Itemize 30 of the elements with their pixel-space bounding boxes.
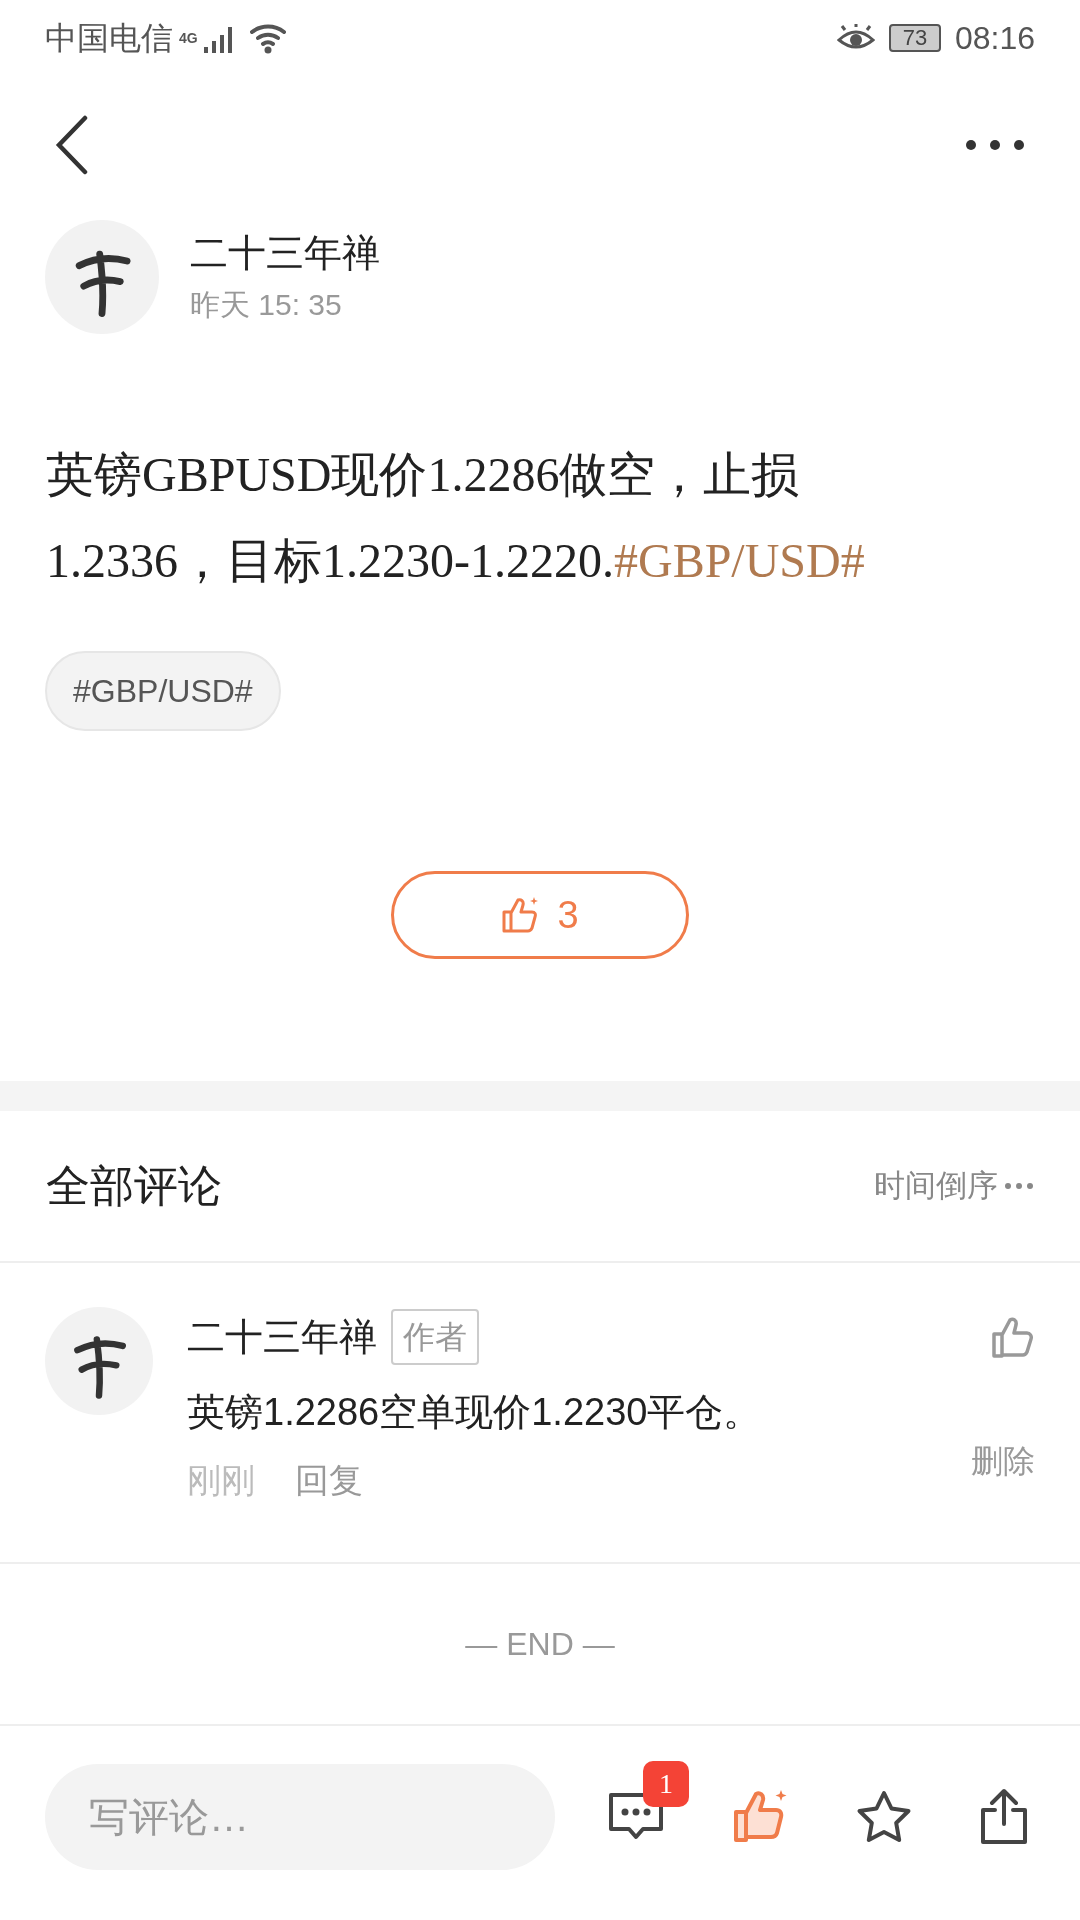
more-icon <box>1004 1182 1034 1190</box>
author-badge: 作者 <box>391 1309 479 1365</box>
clock: 08:16 <box>954 18 1035 58</box>
unread-badge: 1 <box>643 1761 689 1807</box>
post-time: 昨天 15: 35 <box>190 289 343 320</box>
like-button[interactable]: 3 <box>391 871 689 959</box>
share-icon[interactable] <box>979 1788 1029 1846</box>
reply-button[interactable]: 回复 <box>295 1455 363 1506</box>
avatar[interactable] <box>45 219 159 334</box>
thumbs-up-icon[interactable] <box>991 1315 1035 1359</box>
network-type: 4G <box>179 28 198 48</box>
thumbs-up-icon <box>501 896 540 934</box>
author-name[interactable]: 二十三年禅 <box>190 233 380 272</box>
star-icon[interactable] <box>855 1789 913 1845</box>
comment-time: 刚刚 <box>187 1460 255 1501</box>
post-text: 英镑GBPUSD现价1.2286做空，止损1.2336，目标1.2230-1.2220.#GBP/USD# <box>45 447 866 589</box>
comment-input[interactable]: 写评论… <box>45 1764 555 1870</box>
comment-text: 英镑1.2286空单现价1.2230平仓。 <box>187 1390 763 1435</box>
section-title: 全部评论 <box>46 1160 222 1212</box>
comment-author[interactable]: 二十三年禅 <box>187 1308 377 1366</box>
avatar[interactable] <box>45 1307 153 1415</box>
back-icon[interactable] <box>55 115 89 175</box>
delete-button[interactable]: 删除 <box>971 1437 1035 1485</box>
carrier-name: 中国电信 <box>45 18 173 58</box>
sort-button[interactable]: 时间倒序 <box>874 1162 1034 1210</box>
hashtag-link[interactable]: #GBP/USD# <box>614 534 865 587</box>
end-label: — END — <box>465 1625 615 1664</box>
more-icon[interactable] <box>965 139 1025 151</box>
battery-indicator: 73 <box>888 23 941 52</box>
hashtag-chip[interactable]: #GBP/USD# <box>45 651 281 731</box>
